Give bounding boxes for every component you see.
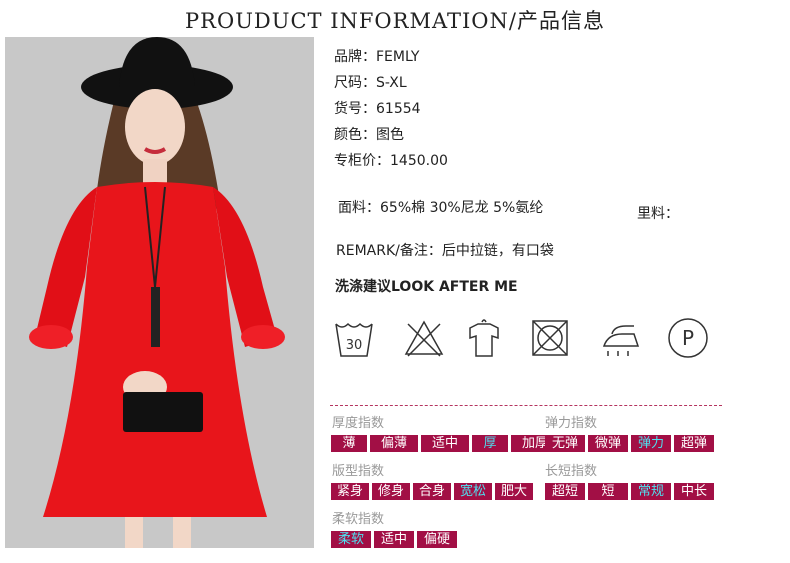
fit-option: 肥大 — [495, 483, 533, 500]
elasticity-option: 超弹 — [674, 435, 714, 452]
length-option: 短 — [588, 483, 628, 500]
dry-clean-letter: P — [682, 326, 694, 350]
header: PROUDUCT INFORMATION/产品信息 — [0, 0, 790, 36]
spec-item-no: 货号：61554 — [334, 101, 421, 117]
thickness-label: 厚度指数 — [332, 416, 385, 431]
thickness-option: 适中 — [421, 435, 469, 452]
product-photo — [5, 37, 314, 548]
wash-temp-label: 30 — [346, 338, 363, 353]
spec-price: 专柜价：1450.00 — [334, 153, 448, 169]
softness-option-selected: 柔软 — [331, 531, 371, 548]
elasticity-options: 无弹 微弹 弹力 超弹 — [545, 435, 714, 452]
softness-option: 偏硬 — [417, 531, 457, 548]
length-label: 长短指数 — [545, 464, 598, 479]
spec-remark: REMARK/备注：后中拉链，有口袋 — [336, 243, 554, 259]
length-options: 超短 短 常规 中长 — [545, 483, 714, 500]
iron-icon — [602, 325, 640, 356]
spec-lining: 里料： — [637, 206, 679, 222]
no-tumble-dry-icon — [532, 320, 568, 356]
fit-option-selected: 宽松 — [454, 483, 492, 500]
hang-dry-icon — [469, 319, 499, 357]
thickness-option-selected: 厚 — [472, 435, 508, 452]
no-bleach-icon — [404, 320, 444, 357]
fit-option: 合身 — [413, 483, 451, 500]
thickness-options: 薄 偏薄 适中 厚 加厚 — [331, 435, 559, 452]
spec-fabric: 面料：65%棉 30%尼龙 5%氨纶 — [338, 200, 544, 216]
thickness-option: 薄 — [331, 435, 367, 452]
elasticity-label: 弹力指数 — [545, 416, 598, 431]
spec-brand: 品牌：FEMLY — [334, 49, 420, 65]
fit-label: 版型指数 — [332, 464, 385, 479]
spec-size: 尺码：S-XL — [334, 75, 407, 91]
elasticity-option: 微弹 — [588, 435, 628, 452]
spec-color: 颜色：图色 — [334, 127, 404, 143]
length-option: 中长 — [674, 483, 714, 500]
softness-options: 柔软 适中 偏硬 — [331, 531, 457, 548]
thickness-option: 偏薄 — [370, 435, 418, 452]
softness-label: 柔软指数 — [332, 512, 385, 527]
wash-30-icon: 30 — [335, 322, 373, 357]
dry-clean-p-icon: P — [668, 318, 708, 358]
fit-option: 修身 — [372, 483, 410, 500]
elasticity-option: 无弹 — [545, 435, 585, 452]
care-title: 洗涤建议LOOK AFTER ME — [335, 279, 518, 295]
fit-option: 紧身 — [331, 483, 369, 500]
section-divider — [330, 405, 722, 406]
length-option-selected: 常规 — [631, 483, 671, 500]
page-title: PROUDUCT INFORMATION/产品信息 — [175, 9, 615, 33]
length-option: 超短 — [545, 483, 585, 500]
fit-options: 紧身 修身 合身 宽松 肥大 — [331, 483, 533, 500]
softness-option: 适中 — [374, 531, 414, 548]
elasticity-option-selected: 弹力 — [631, 435, 671, 452]
